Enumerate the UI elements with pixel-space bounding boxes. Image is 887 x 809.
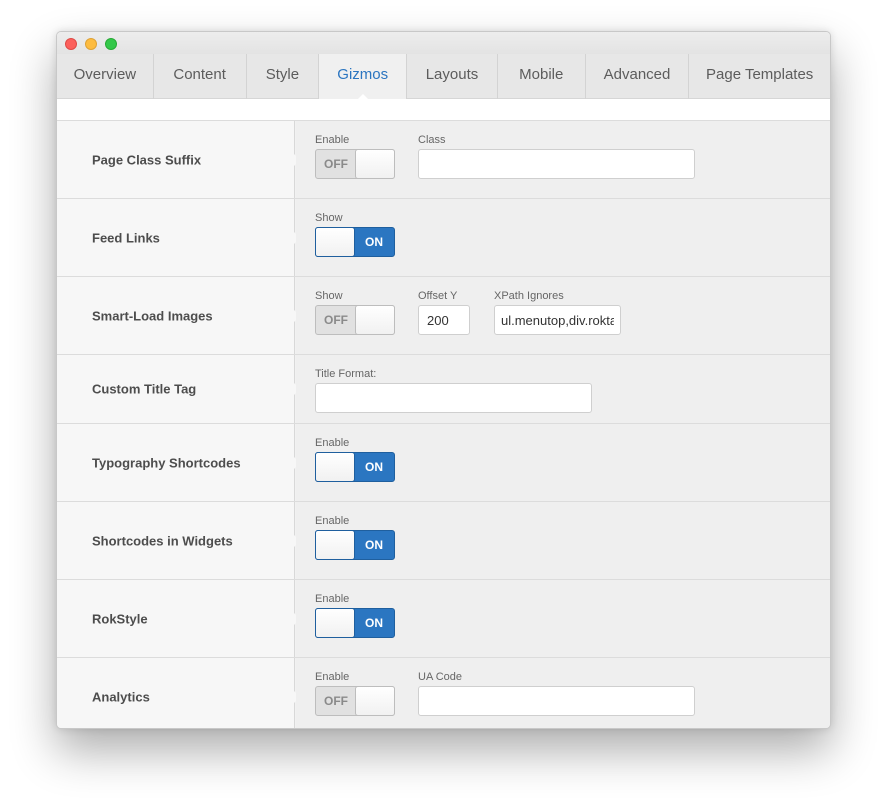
settings-list: Page Class Suffix Enable OFF Class Feed …	[57, 121, 830, 728]
page-class-suffix-toggle[interactable]: OFF	[315, 149, 395, 179]
feed-links-toggle[interactable]: ON	[315, 227, 395, 257]
tab-advanced[interactable]: Advanced	[586, 54, 690, 99]
ua-code-input[interactable]	[418, 686, 695, 716]
field-label: UA Code	[418, 671, 463, 683]
setting-row-typography-shortcodes: Typography Shortcodes Enable ON	[57, 424, 830, 502]
tab-gizmos[interactable]: Gizmos	[319, 54, 408, 100]
field-label: Class	[418, 134, 446, 146]
field-label: Enable	[315, 593, 350, 605]
title-bar	[57, 32, 830, 54]
setting-row-rokstyle: RokStyle Enable ON	[57, 580, 830, 658]
analytics-toggle[interactable]: OFF	[315, 686, 395, 716]
xpath-ignores-input[interactable]	[494, 305, 621, 335]
typography-shortcodes-toggle[interactable]: ON	[315, 452, 395, 482]
tab-content-header	[57, 99, 830, 121]
tab-mobile[interactable]: Mobile	[498, 54, 586, 99]
close-window-button[interactable]	[65, 38, 77, 50]
tab-layouts[interactable]: Layouts	[407, 54, 498, 99]
minimize-window-button[interactable]	[85, 38, 97, 50]
setting-title: Feed Links	[92, 230, 160, 245]
offset-y-input[interactable]	[418, 305, 470, 335]
field-label: Enable	[315, 134, 350, 146]
setting-title: Shortcodes in Widgets	[92, 533, 233, 548]
setting-row-shortcodes-in-widgets: Shortcodes in Widgets Enable ON	[57, 502, 830, 580]
tab-bar: Overview Content Style Gizmos Layouts Mo…	[57, 54, 830, 100]
setting-row-custom-title-tag: Custom Title Tag Title Format:	[57, 355, 830, 424]
class-input[interactable]	[418, 149, 695, 179]
title-format-input[interactable]	[315, 383, 592, 413]
settings-window: Overview Content Style Gizmos Layouts Mo…	[56, 31, 831, 729]
setting-title: Smart-Load Images	[92, 308, 213, 323]
setting-title: RokStyle	[92, 611, 148, 626]
setting-row-feed-links: Feed Links Show ON	[57, 199, 830, 277]
setting-title: Analytics	[92, 689, 150, 705]
field-label: Enable	[315, 515, 350, 527]
field-label: Show	[315, 290, 343, 302]
setting-row-page-class-suffix: Page Class Suffix Enable OFF Class	[57, 121, 830, 199]
tab-page-templates[interactable]: Page Templates	[689, 54, 830, 99]
field-label: Enable	[315, 671, 350, 683]
tab-style[interactable]: Style	[247, 54, 320, 99]
zoom-window-button[interactable]	[105, 38, 117, 50]
field-label: Title Format:	[315, 368, 377, 380]
tab-content[interactable]: Content	[154, 54, 247, 99]
field-label: Offset Y	[418, 290, 458, 302]
setting-row-smart-load-images: Smart-Load Images Show OFF Offset Y XPat…	[57, 277, 830, 355]
field-label: Enable	[315, 437, 350, 449]
smart-load-toggle[interactable]: OFF	[315, 305, 395, 335]
shortcodes-in-widgets-toggle[interactable]: ON	[315, 530, 395, 560]
setting-title: Page Class Suffix	[92, 152, 202, 167]
setting-row-analytics: Analytics Enable OFF UA Code	[57, 658, 830, 728]
field-label: XPath Ignores	[494, 290, 564, 302]
tab-overview[interactable]: Overview	[57, 54, 154, 99]
setting-title: Typography Shortcodes	[92, 455, 241, 470]
rokstyle-toggle[interactable]: ON	[315, 608, 395, 638]
field-label: Show	[315, 212, 343, 224]
setting-title: Custom Title Tag	[92, 381, 197, 397]
